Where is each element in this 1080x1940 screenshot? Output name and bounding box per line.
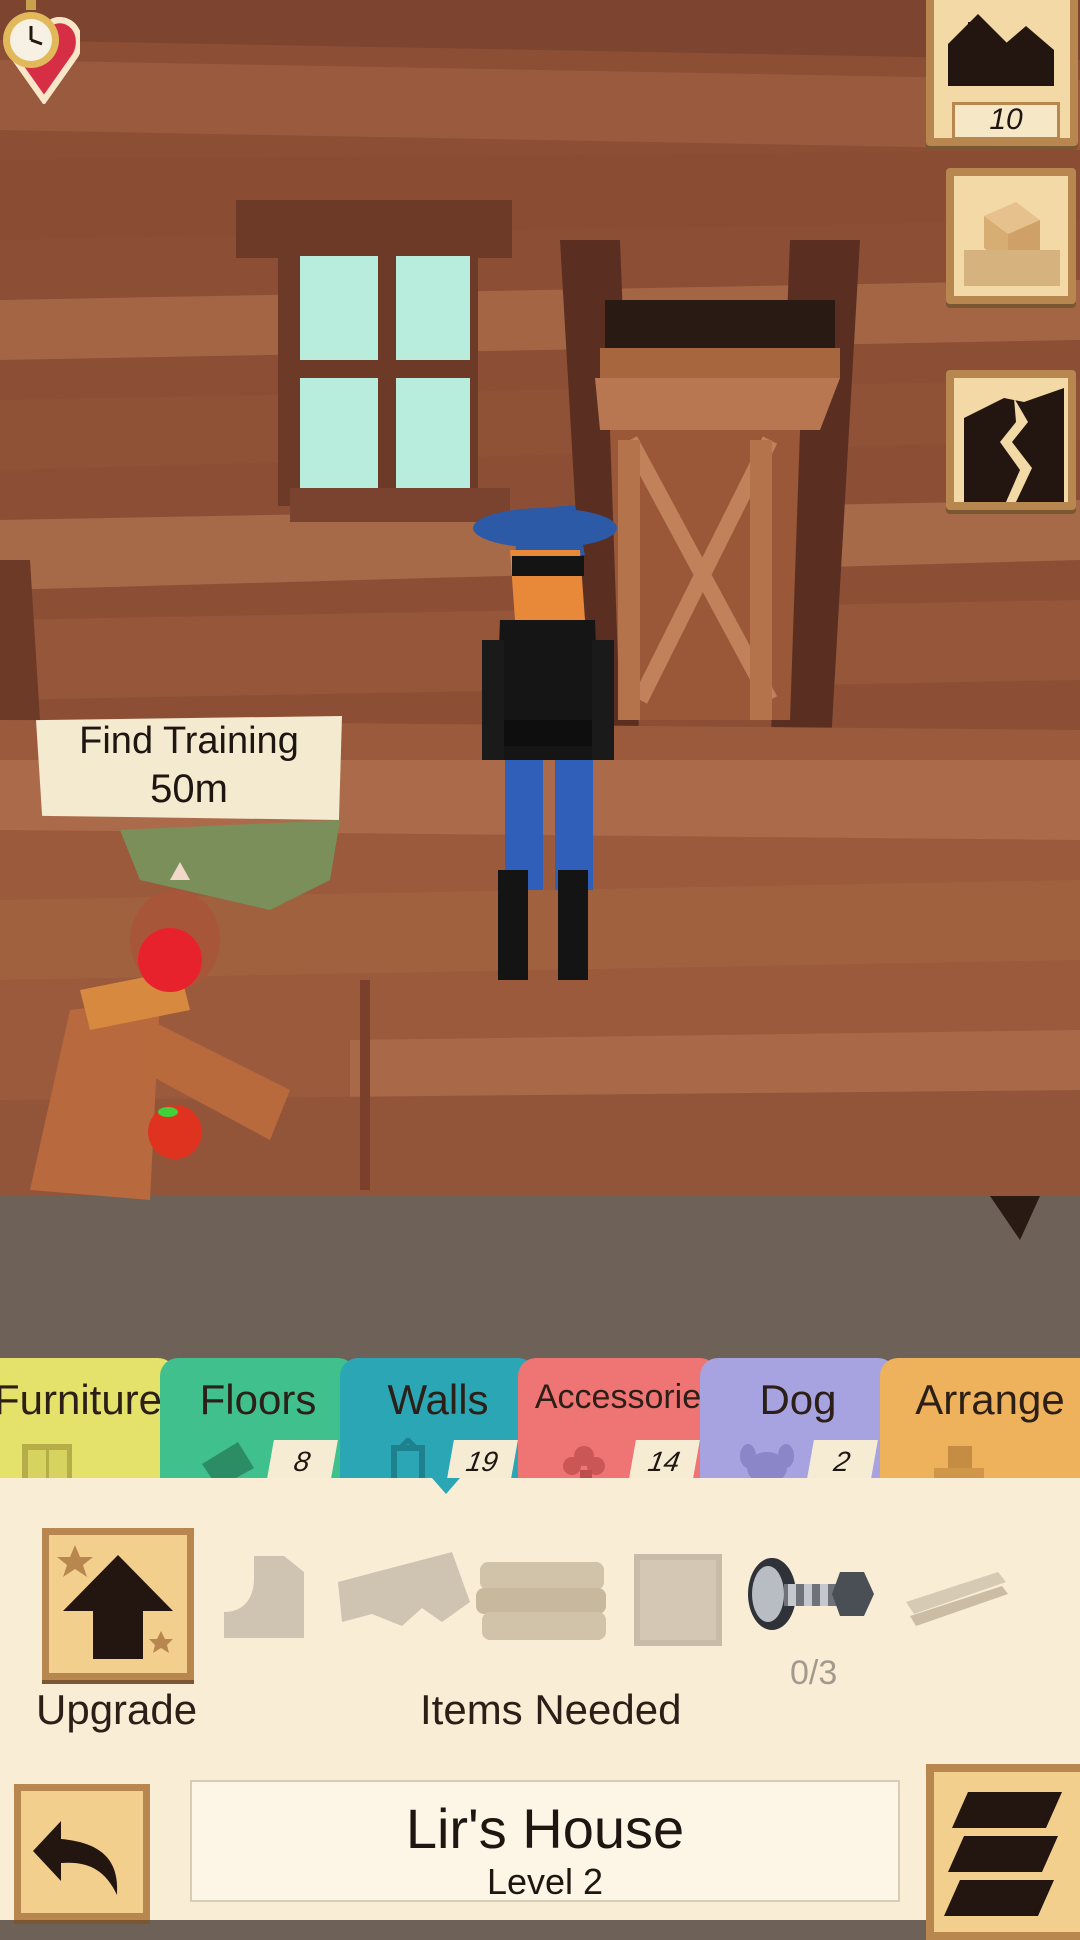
tab-walls[interactable]: Walls 19 xyxy=(340,1358,536,1492)
tab-arrange-label: Arrange xyxy=(915,1376,1065,1423)
pocket-watch-icon xyxy=(3,0,59,68)
house-name-plate: Lir's House Level 2 xyxy=(190,1780,900,1902)
tab-arrange[interactable]: Arrange xyxy=(880,1358,1080,1492)
crate-icon xyxy=(964,202,1060,286)
houses-count: 10 xyxy=(952,102,1060,140)
items-needed-label: Items Needed xyxy=(420,1686,682,1733)
house-name: Lir's House xyxy=(405,1797,685,1860)
layers-button[interactable] xyxy=(926,1764,1080,1940)
wood-strips-icon xyxy=(906,1572,1008,1626)
horn-icon xyxy=(338,1552,470,1626)
house-level: Level 2 xyxy=(486,1861,604,1902)
up-arrow-icon xyxy=(57,1545,173,1659)
crafting-button[interactable] xyxy=(946,168,1076,304)
training-task-card[interactable]: Find Training 50m xyxy=(36,716,342,820)
game-scene[interactable]: 10 Find Training 50m xyxy=(0,0,1080,1360)
task-time: 50m xyxy=(150,767,228,811)
houses-button[interactable]: 10 xyxy=(926,0,1078,146)
category-tabs: Furniture Floors 8 Walls 19 Accessorie 1… xyxy=(0,1358,1080,1492)
bracket-icon xyxy=(224,1556,304,1638)
tab-accessories-label: Accessorie xyxy=(534,1378,702,1416)
tab-furniture-label: Furniture xyxy=(0,1376,163,1423)
task-title: Find Training xyxy=(79,720,299,762)
stone-tile-icon xyxy=(634,1554,722,1646)
tab-dog[interactable]: Dog 2 xyxy=(700,1358,896,1492)
bolt-icon xyxy=(748,1558,874,1630)
back-arrow-icon xyxy=(33,1821,118,1895)
houses-icon xyxy=(948,14,1054,86)
tab-furniture[interactable]: Furniture xyxy=(0,1358,176,1492)
planks-icon xyxy=(476,1562,606,1640)
tab-floors[interactable]: Floors 8 xyxy=(160,1358,356,1492)
tab-floors-label: Floors xyxy=(199,1376,317,1423)
bolt-progress: 0/3 xyxy=(790,1654,838,1692)
layers-icon xyxy=(944,1792,1062,1916)
tab-accessories[interactable]: Accessorie 14 xyxy=(518,1358,718,1492)
tab-walls-label: Walls xyxy=(387,1376,489,1423)
back-button[interactable] xyxy=(14,1784,150,1920)
active-tab-pointer xyxy=(432,1478,460,1494)
cracked-land-icon xyxy=(964,388,1064,502)
map-button[interactable] xyxy=(946,370,1076,510)
upgrade-button[interactable] xyxy=(42,1528,194,1680)
house-interior xyxy=(0,0,1080,1360)
upgrade-label: Upgrade xyxy=(36,1686,198,1733)
tab-dog-label: Dog xyxy=(759,1376,837,1423)
